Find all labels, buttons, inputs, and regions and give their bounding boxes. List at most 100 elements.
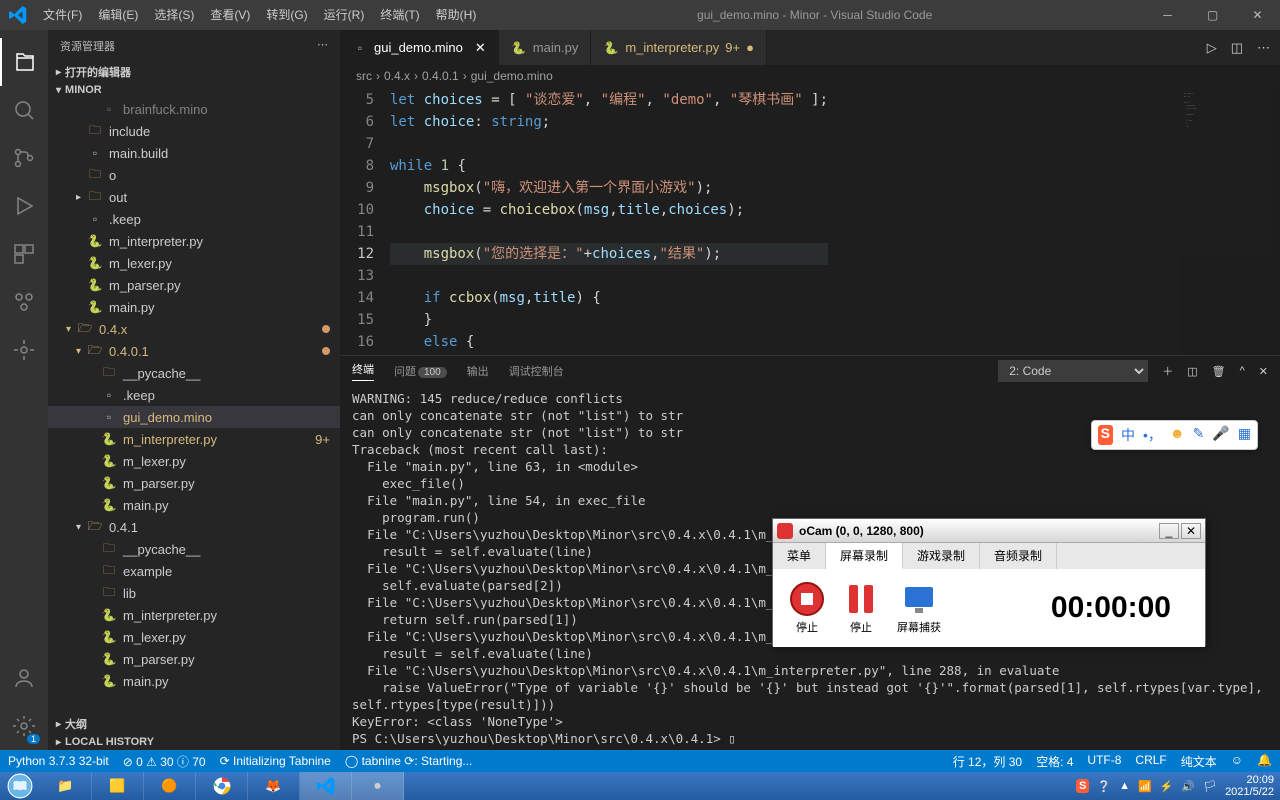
tab-debug-console[interactable]: 调试控制台: [509, 363, 564, 379]
tray-clock[interactable]: 20:092021/5/22: [1225, 774, 1274, 798]
maximize-icon[interactable]: ▢: [1190, 0, 1235, 30]
status-spaces[interactable]: 空格: 4: [1036, 753, 1073, 770]
editor-tab[interactable]: 🐍m_interpreter.py 9+ ●: [591, 30, 767, 65]
terminal-select[interactable]: 2: Code: [998, 360, 1148, 382]
tree-item[interactable]: ▸🐍m_interpreter.py9+: [48, 428, 340, 450]
run-debug-icon[interactable]: [0, 182, 48, 230]
explorer-icon[interactable]: [0, 38, 48, 86]
ocam-menu[interactable]: 菜单: [773, 543, 826, 569]
taskbar-firefox[interactable]: 🦊: [248, 772, 300, 800]
search-icon[interactable]: [0, 86, 48, 134]
tree-item[interactable]: ▸▫main.build: [48, 142, 340, 164]
tree-item[interactable]: ▸🐍m_parser.py: [48, 472, 340, 494]
ocam-tab-audio[interactable]: 音频录制: [980, 543, 1057, 569]
close-panel-icon[interactable]: ✕: [1259, 365, 1268, 378]
editor-tab[interactable]: 🐍main.py: [499, 30, 592, 65]
code-editor[interactable]: 5678910111213141516 let choices = [ "谈恋爱…: [340, 87, 1280, 355]
ocam-tab-game[interactable]: 游戏录制: [903, 543, 980, 569]
gitlens-icon[interactable]: [0, 326, 48, 374]
minimize-icon[interactable]: ─: [1145, 0, 1190, 30]
account-icon[interactable]: [0, 654, 48, 702]
tree-item[interactable]: ▸🐍m_interpreter.py: [48, 230, 340, 252]
tree-item[interactable]: ▸🐍m_parser.py: [48, 274, 340, 296]
menu-item[interactable]: 运行(R): [316, 0, 373, 30]
ime-toolbar[interactable]: S 中 •， ☻ ✎ 🎤 ▦: [1091, 420, 1258, 450]
status-eol[interactable]: CRLF: [1135, 753, 1166, 770]
status-python[interactable]: Python 3.7.3 32-bit: [8, 754, 109, 768]
start-button[interactable]: [0, 772, 40, 800]
ime-punct-icon[interactable]: •，: [1143, 425, 1162, 445]
tree-item[interactable]: ▸▫.keep: [48, 384, 340, 406]
minimap[interactable]: ▬▬ ▬▬▬ ▬▬▬ ▬▬▬▬▬ ▬ ▬▬▬▬▬▬▬ ▬▬ ▬ ▬▬▬ ▬▬▬▬…: [1180, 87, 1280, 355]
status-cursor[interactable]: 行 12，列 30: [953, 753, 1022, 770]
tray-info-icon[interactable]: ❔: [1097, 780, 1111, 793]
menu-item[interactable]: 帮助(H): [428, 0, 485, 30]
status-tabnine2[interactable]: ◯ tabnine ⟳: Starting...: [345, 754, 473, 768]
tab-output[interactable]: 输出: [467, 363, 489, 379]
status-problems[interactable]: ⊘ 0 ⚠ 30 ⓘ 70: [123, 753, 206, 770]
status-bell-icon[interactable]: 🔔: [1257, 753, 1272, 770]
menu-item[interactable]: 文件(F): [35, 0, 90, 30]
tree-item[interactable]: ▸▫.keep: [48, 208, 340, 230]
tree-item[interactable]: ▸🗀lib: [48, 582, 340, 604]
ocam-capture-button[interactable]: 屏幕捕获: [897, 581, 941, 635]
taskbar-chrome[interactable]: [196, 772, 248, 800]
status-language[interactable]: 纯文本: [1181, 753, 1217, 770]
ocam-window[interactable]: oCam (0, 0, 1280, 800) _ ✕ 菜单 屏幕录制 游戏录制 …: [772, 518, 1206, 646]
ocam-pause-button[interactable]: 停止: [843, 581, 879, 635]
more-icon[interactable]: ⋯: [317, 38, 328, 54]
tray-flag-icon[interactable]: 🏳: [1203, 780, 1217, 793]
editor-tab[interactable]: ▫gui_demo.mino ✕: [340, 30, 499, 65]
tree-item[interactable]: ▸🗀__pycache__: [48, 362, 340, 384]
split-icon[interactable]: ◫: [1231, 40, 1243, 56]
ocam-close-icon[interactable]: ✕: [1181, 523, 1201, 539]
tree-item[interactable]: ▸🗀__pycache__: [48, 538, 340, 560]
tab-problems[interactable]: 问题100: [394, 363, 447, 379]
ime-emoji-icon[interactable]: ☻: [1170, 425, 1185, 445]
run-icon[interactable]: ▷: [1207, 40, 1217, 56]
tree-item[interactable]: ▾🗁0.4.0.1: [48, 340, 340, 362]
ime-lang-icon[interactable]: 中: [1121, 425, 1135, 445]
tree-item[interactable]: ▾🗁0.4.x: [48, 318, 340, 340]
more-actions-icon[interactable]: ⋯: [1257, 40, 1270, 56]
source-control-icon[interactable]: [0, 134, 48, 182]
tree-item[interactable]: ▸🐍m_parser.py: [48, 648, 340, 670]
tray-sogou-icon[interactable]: S: [1076, 779, 1089, 793]
taskbar-explorer[interactable]: 📁: [40, 772, 92, 800]
trash-icon[interactable]: 🗑: [1212, 365, 1226, 378]
new-terminal-icon[interactable]: ＋: [1162, 363, 1173, 379]
tree-item[interactable]: ▸🐍main.py: [48, 296, 340, 318]
ime-toolbox-icon[interactable]: ▦: [1238, 425, 1251, 445]
tray-expand-icon[interactable]: ▲: [1119, 780, 1130, 792]
tree-item[interactable]: ▸🐍m_lexer.py: [48, 252, 340, 274]
taskbar-ocam[interactable]: ⏺: [352, 772, 404, 800]
testing-icon[interactable]: [0, 278, 48, 326]
menu-item[interactable]: 转到(G): [258, 0, 315, 30]
extensions-icon[interactable]: [0, 230, 48, 278]
status-tabnine1[interactable]: ⟳ Initializing Tabnine: [220, 754, 331, 768]
status-encoding[interactable]: UTF-8: [1087, 753, 1121, 770]
tree-item[interactable]: ▸🐍m_interpreter.py: [48, 604, 340, 626]
status-feedback-icon[interactable]: ☺: [1231, 753, 1243, 770]
outline-section[interactable]: ▸大纲: [48, 714, 340, 734]
close-icon[interactable]: ✕: [1235, 0, 1280, 30]
workspace-section[interactable]: ▾MINOR: [48, 82, 340, 98]
tree-item[interactable]: ▸🗀include: [48, 120, 340, 142]
tree-item[interactable]: ▾🗁0.4.1: [48, 516, 340, 538]
taskbar-media[interactable]: 🟠: [144, 772, 196, 800]
open-editors-section[interactable]: ▸打开的编辑器: [48, 62, 340, 82]
taskbar-vscode[interactable]: [300, 772, 352, 800]
ime-voice-icon[interactable]: 🎤: [1212, 425, 1229, 445]
tree-item[interactable]: ▸🐍m_lexer.py: [48, 626, 340, 648]
tray-battery-icon[interactable]: ⚡: [1160, 780, 1174, 793]
ocam-minimize-icon[interactable]: _: [1159, 523, 1179, 539]
tree-item[interactable]: ▸🗀example: [48, 560, 340, 582]
menu-item[interactable]: 选择(S): [146, 0, 202, 30]
settings-icon[interactable]: 1: [0, 702, 48, 750]
tab-terminal[interactable]: 终端: [352, 361, 374, 381]
tree-item[interactable]: ▸🐍main.py: [48, 494, 340, 516]
maximize-panel-icon[interactable]: ^: [1240, 365, 1245, 377]
localhistory-section[interactable]: ▸LOCAL HISTORY: [48, 734, 340, 750]
breadcrumb[interactable]: src › 0.4.x › 0.4.0.1 › gui_demo.mino: [340, 65, 1280, 87]
tree-item[interactable]: ▸🗀o: [48, 164, 340, 186]
